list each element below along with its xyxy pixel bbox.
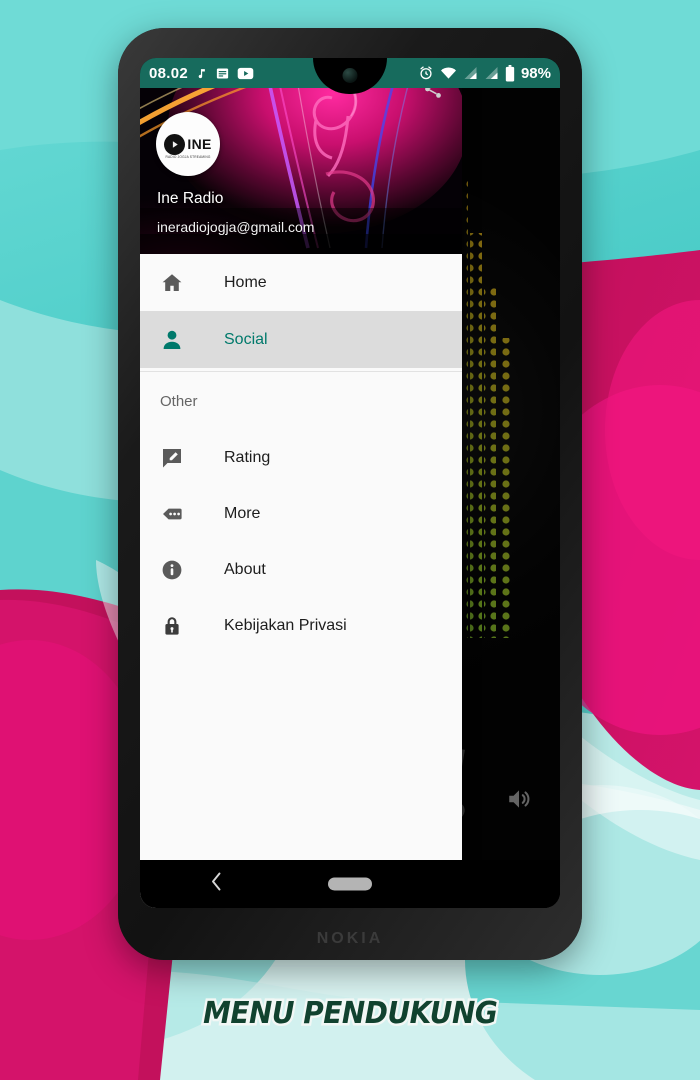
- phone-device: INE RADIO JOGJA STREAMING Ine Radio iner…: [118, 28, 582, 960]
- wifi-icon: [440, 66, 457, 80]
- status-bar-right: 98%: [418, 64, 551, 82]
- alarm-icon: [418, 65, 434, 81]
- signal-icon: [484, 66, 499, 80]
- drawer-item-home[interactable]: Home: [140, 254, 462, 311]
- account-email: ineradiojogja@gmail.com: [157, 219, 315, 235]
- battery-percent-label: 98%: [520, 64, 551, 82]
- battery-icon: [505, 64, 515, 82]
- drawer-item-social[interactable]: Social: [140, 311, 462, 368]
- drawer-item-rating-label: Rating: [224, 449, 271, 466]
- phone-screen-bezel: INE RADIO JOGJA STREAMING Ine Radio iner…: [140, 58, 560, 908]
- signal-icon: [463, 66, 478, 80]
- account-name: Ine Radio: [157, 190, 224, 207]
- system-navigation-bar: [140, 860, 560, 908]
- music-note-icon: [195, 66, 208, 81]
- avatar-logo-text: INE: [187, 136, 212, 152]
- avatar[interactable]: INE RADIO JOGJA STREAMING: [156, 112, 220, 176]
- nav-home-pill[interactable]: [328, 877, 372, 891]
- status-bar-left: 08.02: [149, 65, 254, 82]
- caption-text: MENU PENDUKUNG: [201, 994, 500, 1034]
- info-icon: [160, 558, 190, 582]
- drawer-item-social-label: Social: [224, 330, 268, 348]
- drawer-item-privacy-label: Kebijakan Privasi: [224, 617, 347, 634]
- drawer-item-about[interactable]: About: [140, 542, 462, 598]
- status-bar-clock: 08.02: [149, 64, 189, 82]
- youtube-icon: [237, 67, 254, 80]
- drawer-menu-list: Home Social Other Rating More About Kebi…: [140, 254, 462, 654]
- drawer-item-more-label: More: [224, 505, 261, 522]
- drawer-item-more[interactable]: More: [140, 486, 462, 542]
- lock-icon: [160, 614, 190, 638]
- playlist-icon: [215, 66, 230, 81]
- drawer-section-other: Other: [160, 392, 198, 410]
- phone-brand-label: NOKIA: [316, 930, 384, 947]
- person-icon: [160, 328, 190, 352]
- nav-back-button[interactable]: [208, 870, 225, 899]
- phone-screen: INE RADIO JOGJA STREAMING Ine Radio iner…: [140, 58, 560, 908]
- front-camera-icon: [342, 68, 358, 83]
- rate-review-icon: [160, 446, 190, 470]
- more-apps-icon: [160, 502, 190, 526]
- home-icon: [160, 271, 190, 295]
- drawer-item-home-label: Home: [224, 273, 267, 291]
- navigation-drawer: INE RADIO JOGJA STREAMING Ine Radio iner…: [140, 58, 462, 908]
- drawer-item-rating[interactable]: Rating: [140, 430, 462, 486]
- avatar-logo-subtext: RADIO JOGJA STREAMING: [165, 155, 211, 159]
- logo-mark-icon: [164, 133, 186, 155]
- drawer-item-privacy[interactable]: Kebijakan Privasi: [140, 598, 462, 654]
- drawer-item-about-label: About: [224, 561, 266, 578]
- caption-banner: MENU PENDUKUNG: [0, 994, 700, 1034]
- avatar-logo: INE: [164, 133, 212, 155]
